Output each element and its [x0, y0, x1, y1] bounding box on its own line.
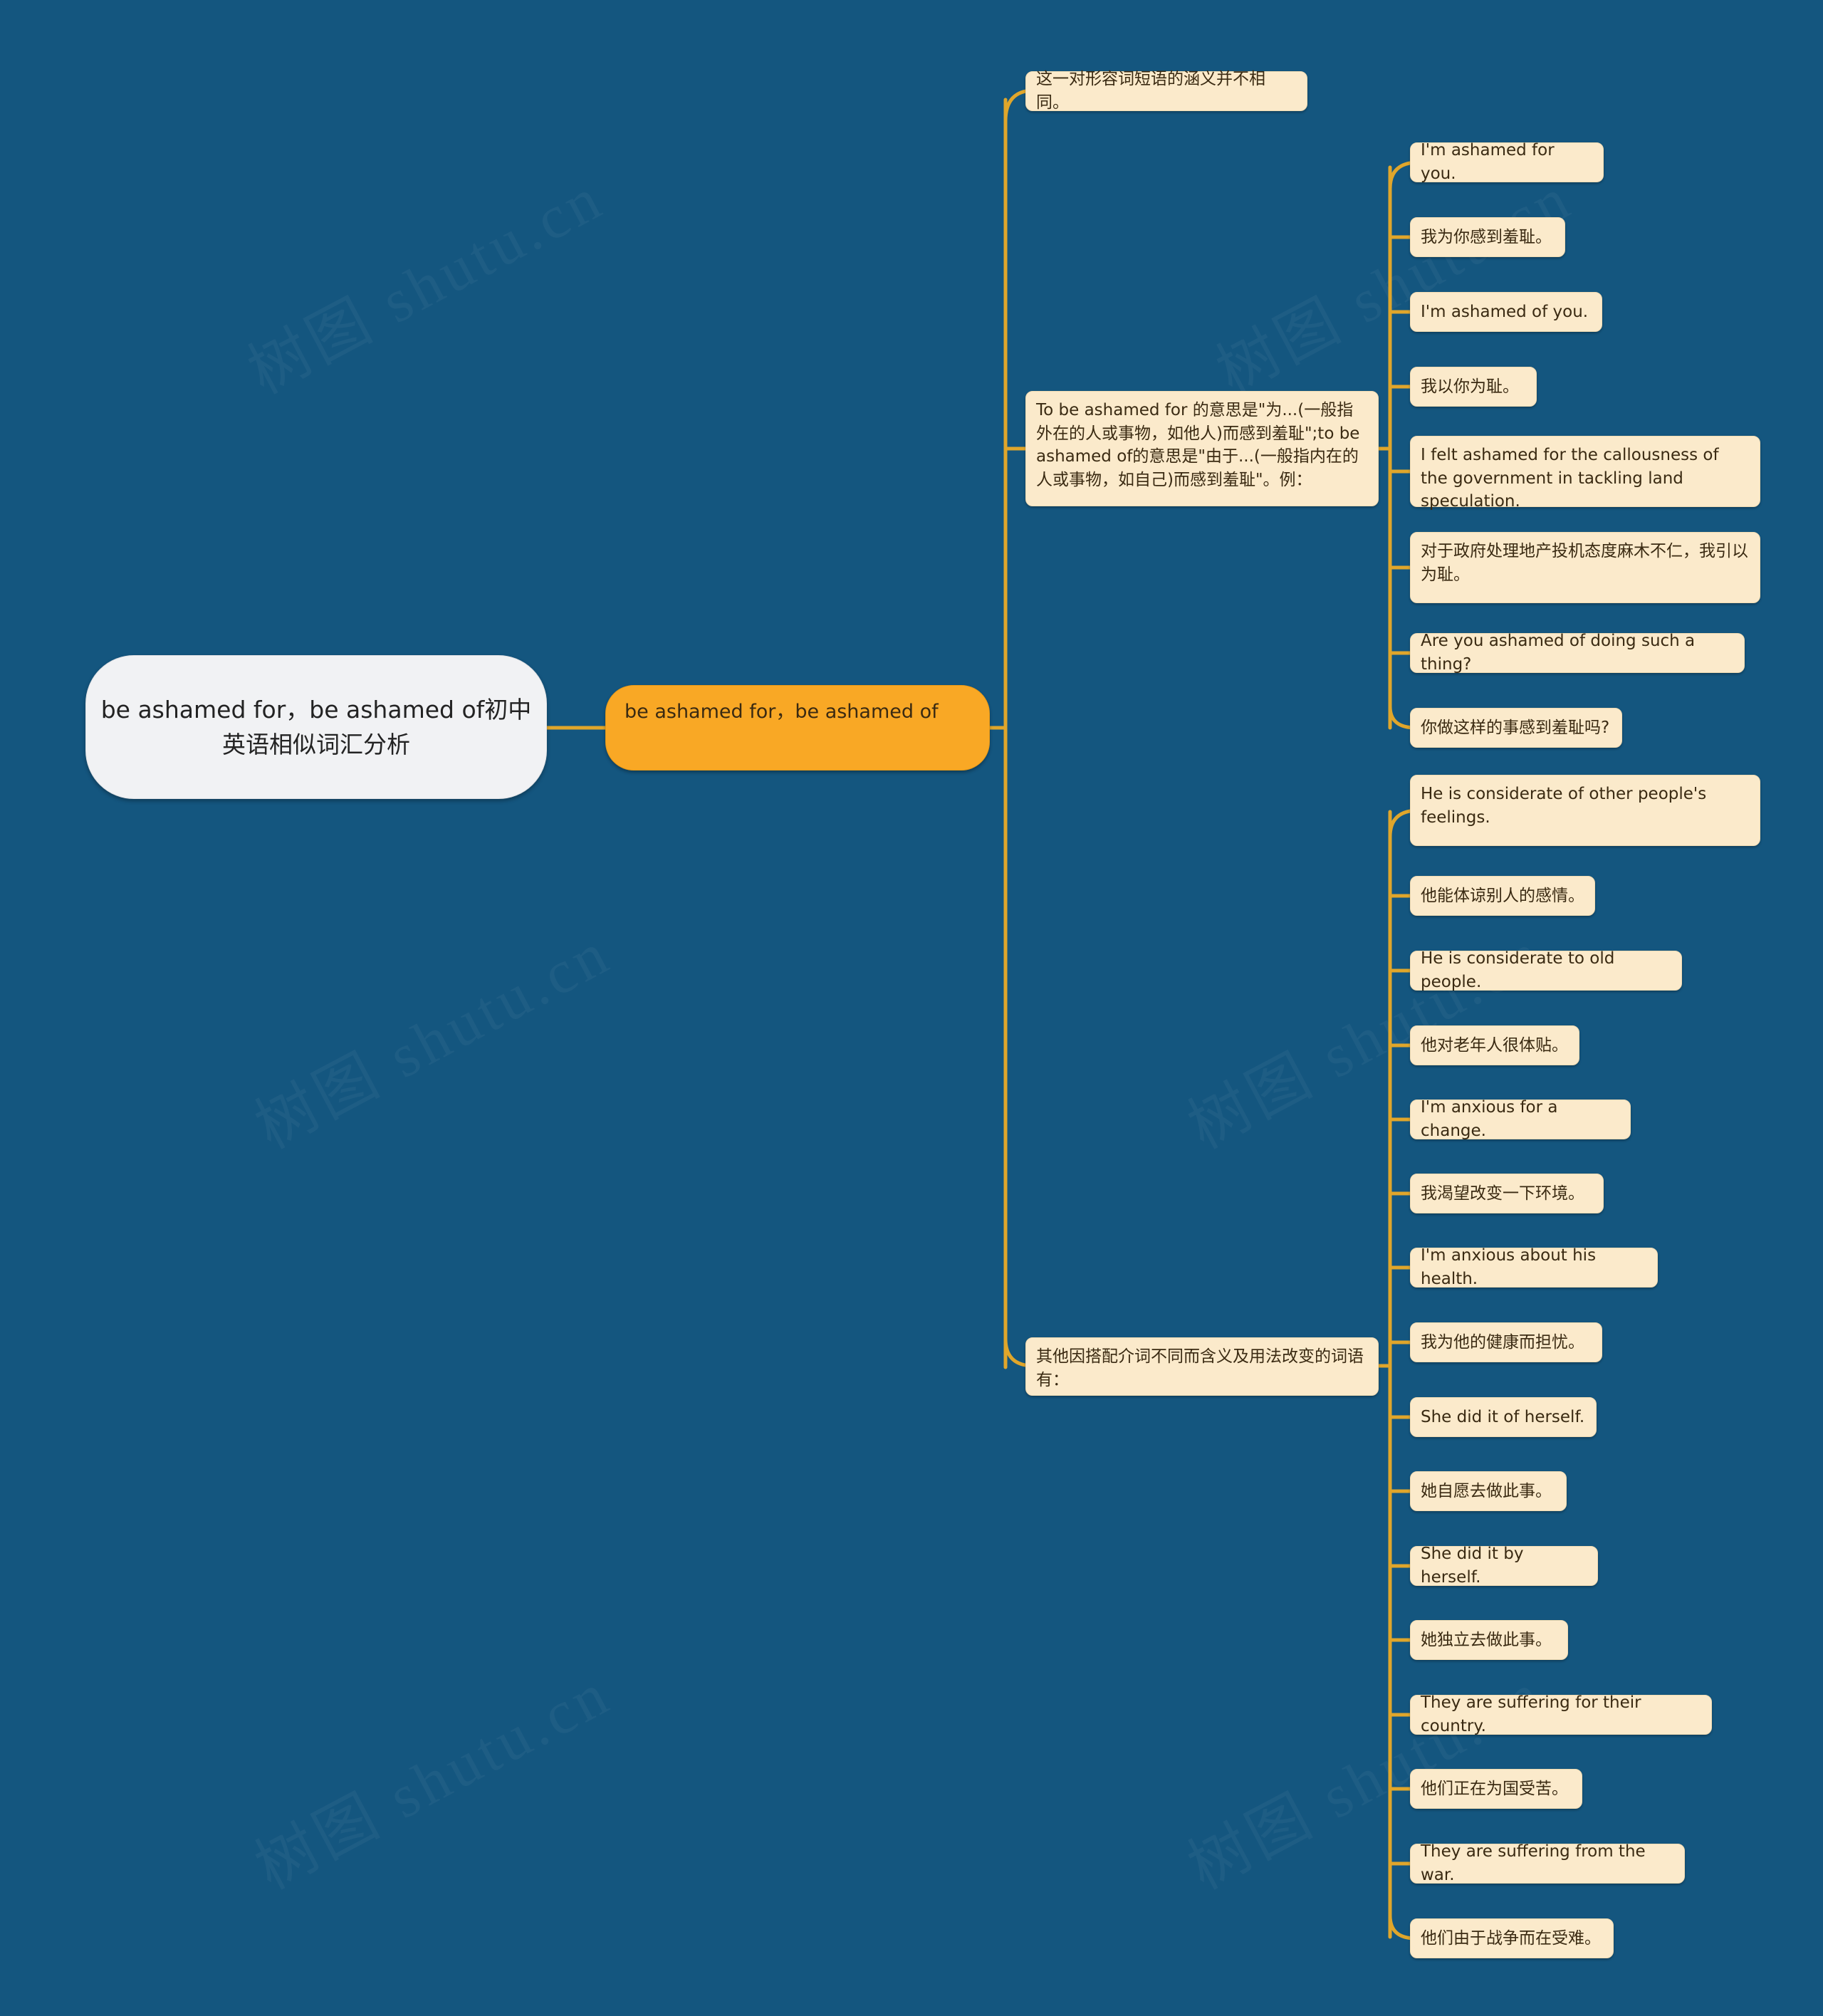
- leaf-node-21-label: They are suffering for their country.: [1421, 1693, 1641, 1735]
- mindmap-canvas: 树图 shutu.cn 树图 shutu.cn 树图 shutu.cn 树图 s…: [0, 0, 1823, 2016]
- leaf-node-20[interactable]: 她独立去做此事。: [1410, 1620, 1568, 1660]
- leaf-node-8-label: 你做这样的事感到羞耻吗?: [1421, 718, 1610, 737]
- leaf-node-12[interactable]: 他对老年人很体贴。: [1410, 1025, 1579, 1065]
- leaf-node-16[interactable]: 我为他的健康而担忧。: [1410, 1322, 1602, 1362]
- watermark-3: 树图 shutu.cn: [237, 904, 624, 1166]
- leaf-node-13[interactable]: I'm anxious for a change.: [1410, 1098, 1631, 1140]
- leaf-node-12-label: 他对老年人很体贴。: [1421, 1035, 1568, 1055]
- leaf-node-17-label: She did it of herself.: [1421, 1407, 1585, 1426]
- watermark-1: 树图 shutu.cn: [230, 149, 617, 411]
- leaf-node-17[interactable]: She did it of herself.: [1410, 1397, 1597, 1437]
- leaf-node-15[interactable]: I'm anxious about his health.: [1410, 1246, 1658, 1288]
- leaf-node-19[interactable]: She did it by herself.: [1410, 1545, 1598, 1587]
- leaf-node-20-label: 她独立去做此事。: [1421, 1630, 1552, 1649]
- branch-node-2[interactable]: To be ashamed for 的意思是"为...(一般指外在的人或事物，如…: [1025, 391, 1379, 506]
- branch-node-2-label: To be ashamed for 的意思是"为...(一般指外在的人或事物，如…: [1036, 401, 1360, 489]
- leaf-node-18[interactable]: 她自愿去做此事。: [1410, 1471, 1567, 1511]
- branch-node-1[interactable]: 这一对形容词短语的涵义并不相同。: [1025, 70, 1307, 112]
- leaf-node-22-label: 他们正在为国受苦。: [1421, 1779, 1568, 1798]
- topic-node-label: be ashamed for，be ashamed of: [625, 701, 939, 723]
- leaf-node-13-label: I'm anxious for a change.: [1421, 1098, 1558, 1140]
- leaf-node-11[interactable]: He is considerate to old people.: [1410, 949, 1682, 991]
- leaf-node-4[interactable]: 我以你为耻。: [1410, 367, 1537, 407]
- leaf-node-6-label: 对于政府处理地产投机态度麻木不仁，我引以为耻。: [1421, 542, 1748, 584]
- leaf-node-19-label: She did it by herself.: [1421, 1545, 1524, 1587]
- topic-node[interactable]: be ashamed for，be ashamed of: [605, 685, 990, 771]
- leaf-node-15-label: I'm anxious about his health.: [1421, 1246, 1597, 1288]
- leaf-node-11-label: He is considerate to old people.: [1421, 949, 1615, 991]
- leaf-node-10-label: 他能体谅别人的感情。: [1421, 886, 1584, 905]
- branch-node-3[interactable]: 其他因搭配介词不同而含义及用法改变的词语有：: [1025, 1337, 1379, 1396]
- leaf-node-21[interactable]: They are suffering for their country.: [1410, 1693, 1712, 1735]
- leaf-node-18-label: 她自愿去做此事。: [1421, 1481, 1552, 1500]
- leaf-node-9[interactable]: He is considerate of other people's feel…: [1410, 775, 1760, 846]
- leaf-node-2-label: 我为你感到羞耻。: [1421, 227, 1552, 246]
- leaf-node-24-label: 他们由于战争而在受难。: [1421, 1928, 1601, 1948]
- root-node[interactable]: be ashamed for，be ashamed of初中英语相似词汇分析: [85, 655, 547, 799]
- branch-node-1-label: 这一对形容词短语的涵义并不相同。: [1036, 70, 1265, 112]
- leaf-node-1[interactable]: I'm ashamed for you.: [1410, 141, 1604, 183]
- leaf-node-16-label: 我为他的健康而担忧。: [1421, 1332, 1584, 1352]
- leaf-node-1-label: I'm ashamed for you.: [1421, 141, 1555, 183]
- leaf-node-14[interactable]: 我渴望改变一下环境。: [1410, 1174, 1604, 1213]
- leaf-node-3[interactable]: I'm ashamed of you.: [1410, 292, 1602, 332]
- leaf-node-7-label: Are you ashamed of doing such a thing?: [1421, 632, 1696, 674]
- leaf-node-5-label: I felt ashamed for the callousness of th…: [1421, 446, 1719, 511]
- leaf-node-5[interactable]: I felt ashamed for the callousness of th…: [1410, 436, 1760, 511]
- leaf-node-2[interactable]: 我为你感到羞耻。: [1410, 217, 1565, 257]
- leaf-node-7[interactable]: Are you ashamed of doing such a thing?: [1410, 632, 1745, 674]
- branch-node-3-label: 其他因搭配介词不同而含义及用法改变的词语有：: [1036, 1347, 1364, 1389]
- leaf-node-9-label: He is considerate of other people's feel…: [1421, 785, 1707, 827]
- leaf-node-10[interactable]: 他能体谅别人的感情。: [1410, 876, 1595, 916]
- leaf-node-3-label: I'm ashamed of you.: [1421, 302, 1589, 321]
- leaf-node-24[interactable]: 他们由于战争而在受难。: [1410, 1918, 1614, 1958]
- leaf-node-6[interactable]: 对于政府处理地产投机态度麻木不仁，我引以为耻。: [1410, 532, 1760, 603]
- leaf-node-23-label: They are suffering from the war.: [1421, 1842, 1646, 1884]
- leaf-node-4-label: 我以你为耻。: [1421, 377, 1519, 396]
- leaf-node-22[interactable]: 他们正在为国受苦。: [1410, 1769, 1582, 1809]
- watermark-5: 树图 shutu.cn: [237, 1644, 624, 1906]
- root-node-label: be ashamed for，be ashamed of初中英语相似词汇分析: [100, 695, 532, 759]
- leaf-node-8[interactable]: 你做这样的事感到羞耻吗?: [1410, 708, 1622, 748]
- leaf-node-14-label: 我渴望改变一下环境。: [1421, 1184, 1584, 1203]
- leaf-node-23[interactable]: They are suffering from the war.: [1410, 1842, 1685, 1884]
